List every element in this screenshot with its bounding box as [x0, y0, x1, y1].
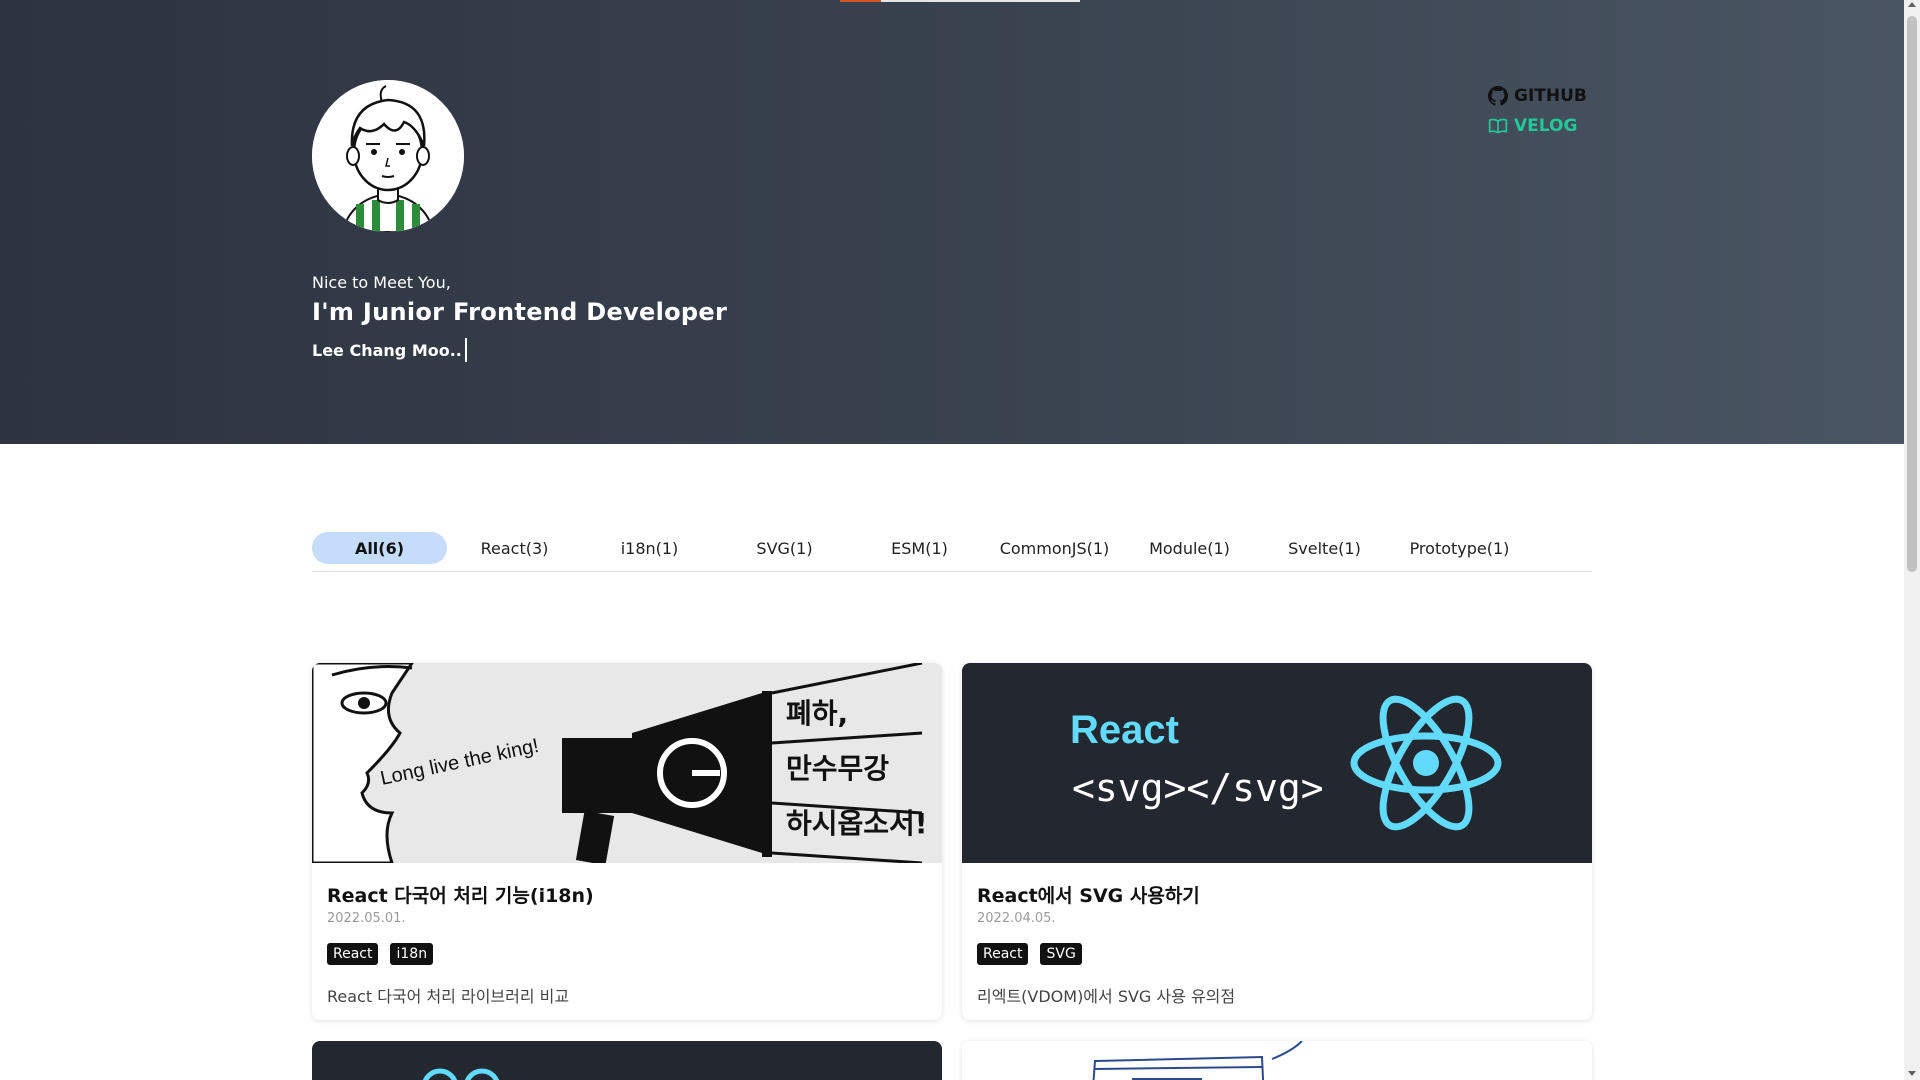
velog-link[interactable]: VELOG [1488, 116, 1587, 136]
thumb-line-1: 폐하, [786, 697, 848, 730]
post-title[interactable]: React 다국어 처리 기능(i18n) [327, 881, 594, 908]
github-icon [1488, 86, 1508, 106]
reading-progress-fill [840, 0, 881, 2]
thumb-line-3: 하시옵소서! [786, 807, 928, 840]
github-link[interactable]: GITHUB [1488, 86, 1587, 106]
post-thumbnail-partial [422, 1068, 500, 1080]
thumb-heading: React [1070, 708, 1179, 752]
category-tabs: All(6) React(3) i18n(1) SVG(1) ESM(1) CommonJ… [312, 532, 1592, 572]
thumb-line-2: 만수무강 [786, 752, 889, 785]
post-thumbnail-partial [1092, 1041, 1303, 1080]
post-description: 리엑트(VDOM)에서 SVG 사용 유의점 [977, 987, 1236, 1006]
post-title[interactable]: React에서 SVG 사용하기 [977, 881, 1200, 908]
tag[interactable]: i18n [390, 943, 434, 965]
scrollbar-thumb[interactable] [1907, 16, 1917, 572]
typing-cursor [464, 338, 467, 362]
post-card[interactable]: Long live the king! 폐하, 만수무강 하시옵소서! Reac… [312, 663, 942, 1020]
github-label: GITHUB [1514, 86, 1587, 106]
typed-name: Lee Chang Moo.. [312, 340, 462, 360]
post-card[interactable]: React <svg></svg> React에서 SVG 사용하기 2022.… [962, 663, 1592, 1020]
page-scrollbar[interactable] [1904, 0, 1920, 1080]
headline: I'm Junior Frontend Developer [312, 298, 728, 326]
post-thumbnail: Long live the king! 폐하, 만수무강 하시옵소서! [312, 663, 942, 863]
scroll-up-arrow-icon[interactable] [1908, 2, 1916, 7]
tab-commonjs[interactable]: CommonJS(1) [987, 532, 1122, 564]
post-date: 2022.05.01. [327, 911, 406, 926]
thumb-code: <svg></svg> [1072, 766, 1324, 810]
tag[interactable]: SVG [1040, 943, 1082, 965]
scroll-down-arrow-icon[interactable] [1908, 1071, 1916, 1076]
tag[interactable]: React [327, 943, 379, 965]
post-tags: React i18n [327, 943, 434, 965]
greeting-text: Nice to Meet You, [312, 273, 451, 292]
tab-all[interactable]: All(6) [312, 532, 447, 564]
tab-svelte[interactable]: Svelte(1) [1257, 532, 1392, 564]
tab-prototype[interactable]: Prototype(1) [1392, 532, 1527, 564]
post-card-partial[interactable] [962, 1041, 1592, 1080]
tab-esm[interactable]: ESM(1) [852, 532, 987, 564]
tab-module[interactable]: Module(1) [1122, 532, 1257, 564]
avatar-illustration [312, 80, 464, 232]
velog-label: VELOG [1514, 116, 1578, 136]
post-description: React 다국어 처리 라이브러리 비교 [327, 987, 570, 1006]
typed-name-line: Lee Chang Moo.. [312, 338, 467, 362]
avatar [312, 80, 464, 232]
tag[interactable]: React [977, 943, 1029, 965]
social-links: GITHUB VELOG [1488, 86, 1587, 136]
post-date: 2022.04.05. [977, 911, 1056, 926]
book-icon [1488, 116, 1508, 136]
tab-svg[interactable]: SVG(1) [717, 532, 852, 564]
post-card-partial[interactable] [312, 1041, 942, 1080]
post-thumbnail: React <svg></svg> [962, 663, 1592, 863]
tab-react[interactable]: React(3) [447, 532, 582, 564]
post-tags: React SVG [977, 943, 1082, 965]
tab-i18n[interactable]: i18n(1) [582, 532, 717, 564]
hero-banner: Nice to Meet You, I'm Junior Frontend De… [0, 0, 1904, 444]
